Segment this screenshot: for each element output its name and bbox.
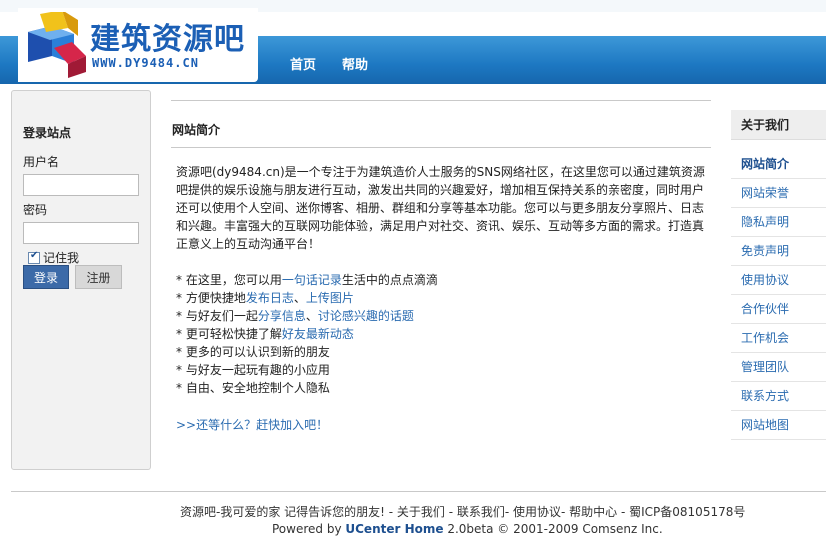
- remember-label: 记住我: [43, 251, 80, 265]
- sidebar-item-intro[interactable]: 网站简介: [731, 150, 826, 179]
- feature-text: 自由、安全地控制个人隐私: [185, 381, 330, 395]
- main-nav: 首页 帮助: [290, 54, 368, 73]
- feature-text: 与好友一起玩有趣的小应用: [185, 363, 330, 377]
- sidebar-item-contact[interactable]: 联系方式: [731, 382, 826, 411]
- feature-item: 与好友一起玩有趣的小应用: [176, 361, 706, 379]
- feature-text: 、: [293, 291, 306, 305]
- intro-text: 资源吧(dy9484.cn)是一个专注于为建筑造价人士服务的SNS网络社区，在这…: [176, 165, 705, 251]
- login-button[interactable]: 登录: [23, 265, 69, 289]
- footer-powered: Powered by UCenter Home 2.0beta © 2001-2…: [272, 522, 663, 536]
- feature-item: 更多的可以认识到新的朋友: [176, 343, 706, 361]
- feature-item: 方便快捷地发布日志、上传图片: [176, 289, 706, 307]
- nav-help[interactable]: 帮助: [342, 54, 368, 73]
- feature-item: 更可轻松快捷了解好友最新动态: [176, 325, 706, 343]
- logo-url: WWW.DY9484.CN: [92, 56, 199, 70]
- footer-rule: [11, 491, 826, 492]
- feature-link[interactable]: 上传图片: [306, 291, 354, 305]
- password-input[interactable]: [23, 222, 139, 244]
- footer-links[interactable]: 资源吧-我可爱的家 记得告诉您的朋友! - 关于我们 - 联系我们- 使用协议-…: [180, 503, 745, 520]
- sidebar-item-partners[interactable]: 合作伙伴: [731, 295, 826, 324]
- sidebar-item-team[interactable]: 管理团队: [731, 353, 826, 382]
- powered-prefix: Powered by: [272, 522, 346, 536]
- feature-link[interactable]: 分享信息: [258, 309, 306, 323]
- logo-title: 建筑资源吧: [90, 22, 245, 57]
- feature-text: 与好友们一起: [185, 309, 258, 323]
- page-title: 网站简介: [172, 123, 221, 137]
- about-sidebar: 关于我们 网站简介 网站荣誉 隐私声明 免责声明 使用协议 合作伙伴 工作机会 …: [731, 110, 826, 440]
- join-link[interactable]: >>还等什么？赶快加入吧！: [176, 416, 328, 433]
- sidebar-item-disclaimer[interactable]: 免责声明: [731, 237, 826, 266]
- feature-link[interactable]: 发布日志: [246, 291, 294, 305]
- powered-suffix: 2.0beta © 2001-2009 Comsenz Inc.: [443, 522, 663, 536]
- sidebar-item-honor[interactable]: 网站荣誉: [731, 179, 826, 208]
- feature-text: 方便快捷地: [185, 291, 246, 305]
- sidebar-item-sitemap[interactable]: 网站地图: [731, 411, 826, 440]
- main-top-rule: [171, 100, 711, 101]
- register-button[interactable]: 注册: [75, 265, 122, 289]
- powered-brand[interactable]: UCenter Home: [345, 522, 443, 536]
- password-label: 密码: [23, 203, 48, 217]
- feature-link[interactable]: 好友最新动态: [282, 327, 354, 341]
- username-label: 用户名: [23, 155, 60, 169]
- title-rule: [171, 147, 711, 148]
- feature-text: 更可轻松快捷了解: [185, 327, 282, 341]
- feature-text: 、: [305, 309, 318, 323]
- sidebar-menu: 网站简介 网站荣誉 隐私声明 免责声明 使用协议 合作伙伴 工作机会 管理团队 …: [731, 150, 826, 440]
- login-box: 登录站点 用户名 密码 记住我 登录 注册: [11, 90, 151, 470]
- sidebar-item-privacy[interactable]: 隐私声明: [731, 208, 826, 237]
- remember-me[interactable]: 记住我: [28, 249, 79, 266]
- feature-item: 与好友们一起分享信息、讨论感兴趣的话题: [176, 307, 706, 325]
- feature-text: 在这里，您可以用: [185, 273, 282, 287]
- feature-text: 更多的可以认识到新的朋友: [185, 345, 330, 359]
- nav-home[interactable]: 首页: [290, 54, 316, 73]
- feature-text: 生活中的点点滴滴: [341, 273, 438, 287]
- login-title: 登录站点: [23, 126, 72, 140]
- feature-link[interactable]: 讨论感兴趣的话题: [318, 309, 414, 323]
- sidebar-item-jobs[interactable]: 工作机会: [731, 324, 826, 353]
- feature-item: 自由、安全地控制个人隐私: [176, 379, 706, 397]
- sidebar-title: 关于我们: [731, 110, 826, 140]
- feature-item: 在这里，您可以用一句话记录生活中的点点滴滴: [176, 271, 706, 289]
- remember-checkbox[interactable]: [28, 250, 40, 264]
- sidebar-item-terms[interactable]: 使用协议: [731, 266, 826, 295]
- cube-logo-icon: [28, 12, 86, 78]
- site-logo[interactable]: 建筑资源吧 WWW.DY9484.CN: [18, 8, 258, 82]
- username-input[interactable]: [23, 174, 139, 196]
- feature-link[interactable]: 一句话记录: [282, 273, 342, 287]
- feature-list: 在这里，您可以用一句话记录生活中的点点滴滴 方便快捷地发布日志、上传图片 与好友…: [176, 271, 706, 397]
